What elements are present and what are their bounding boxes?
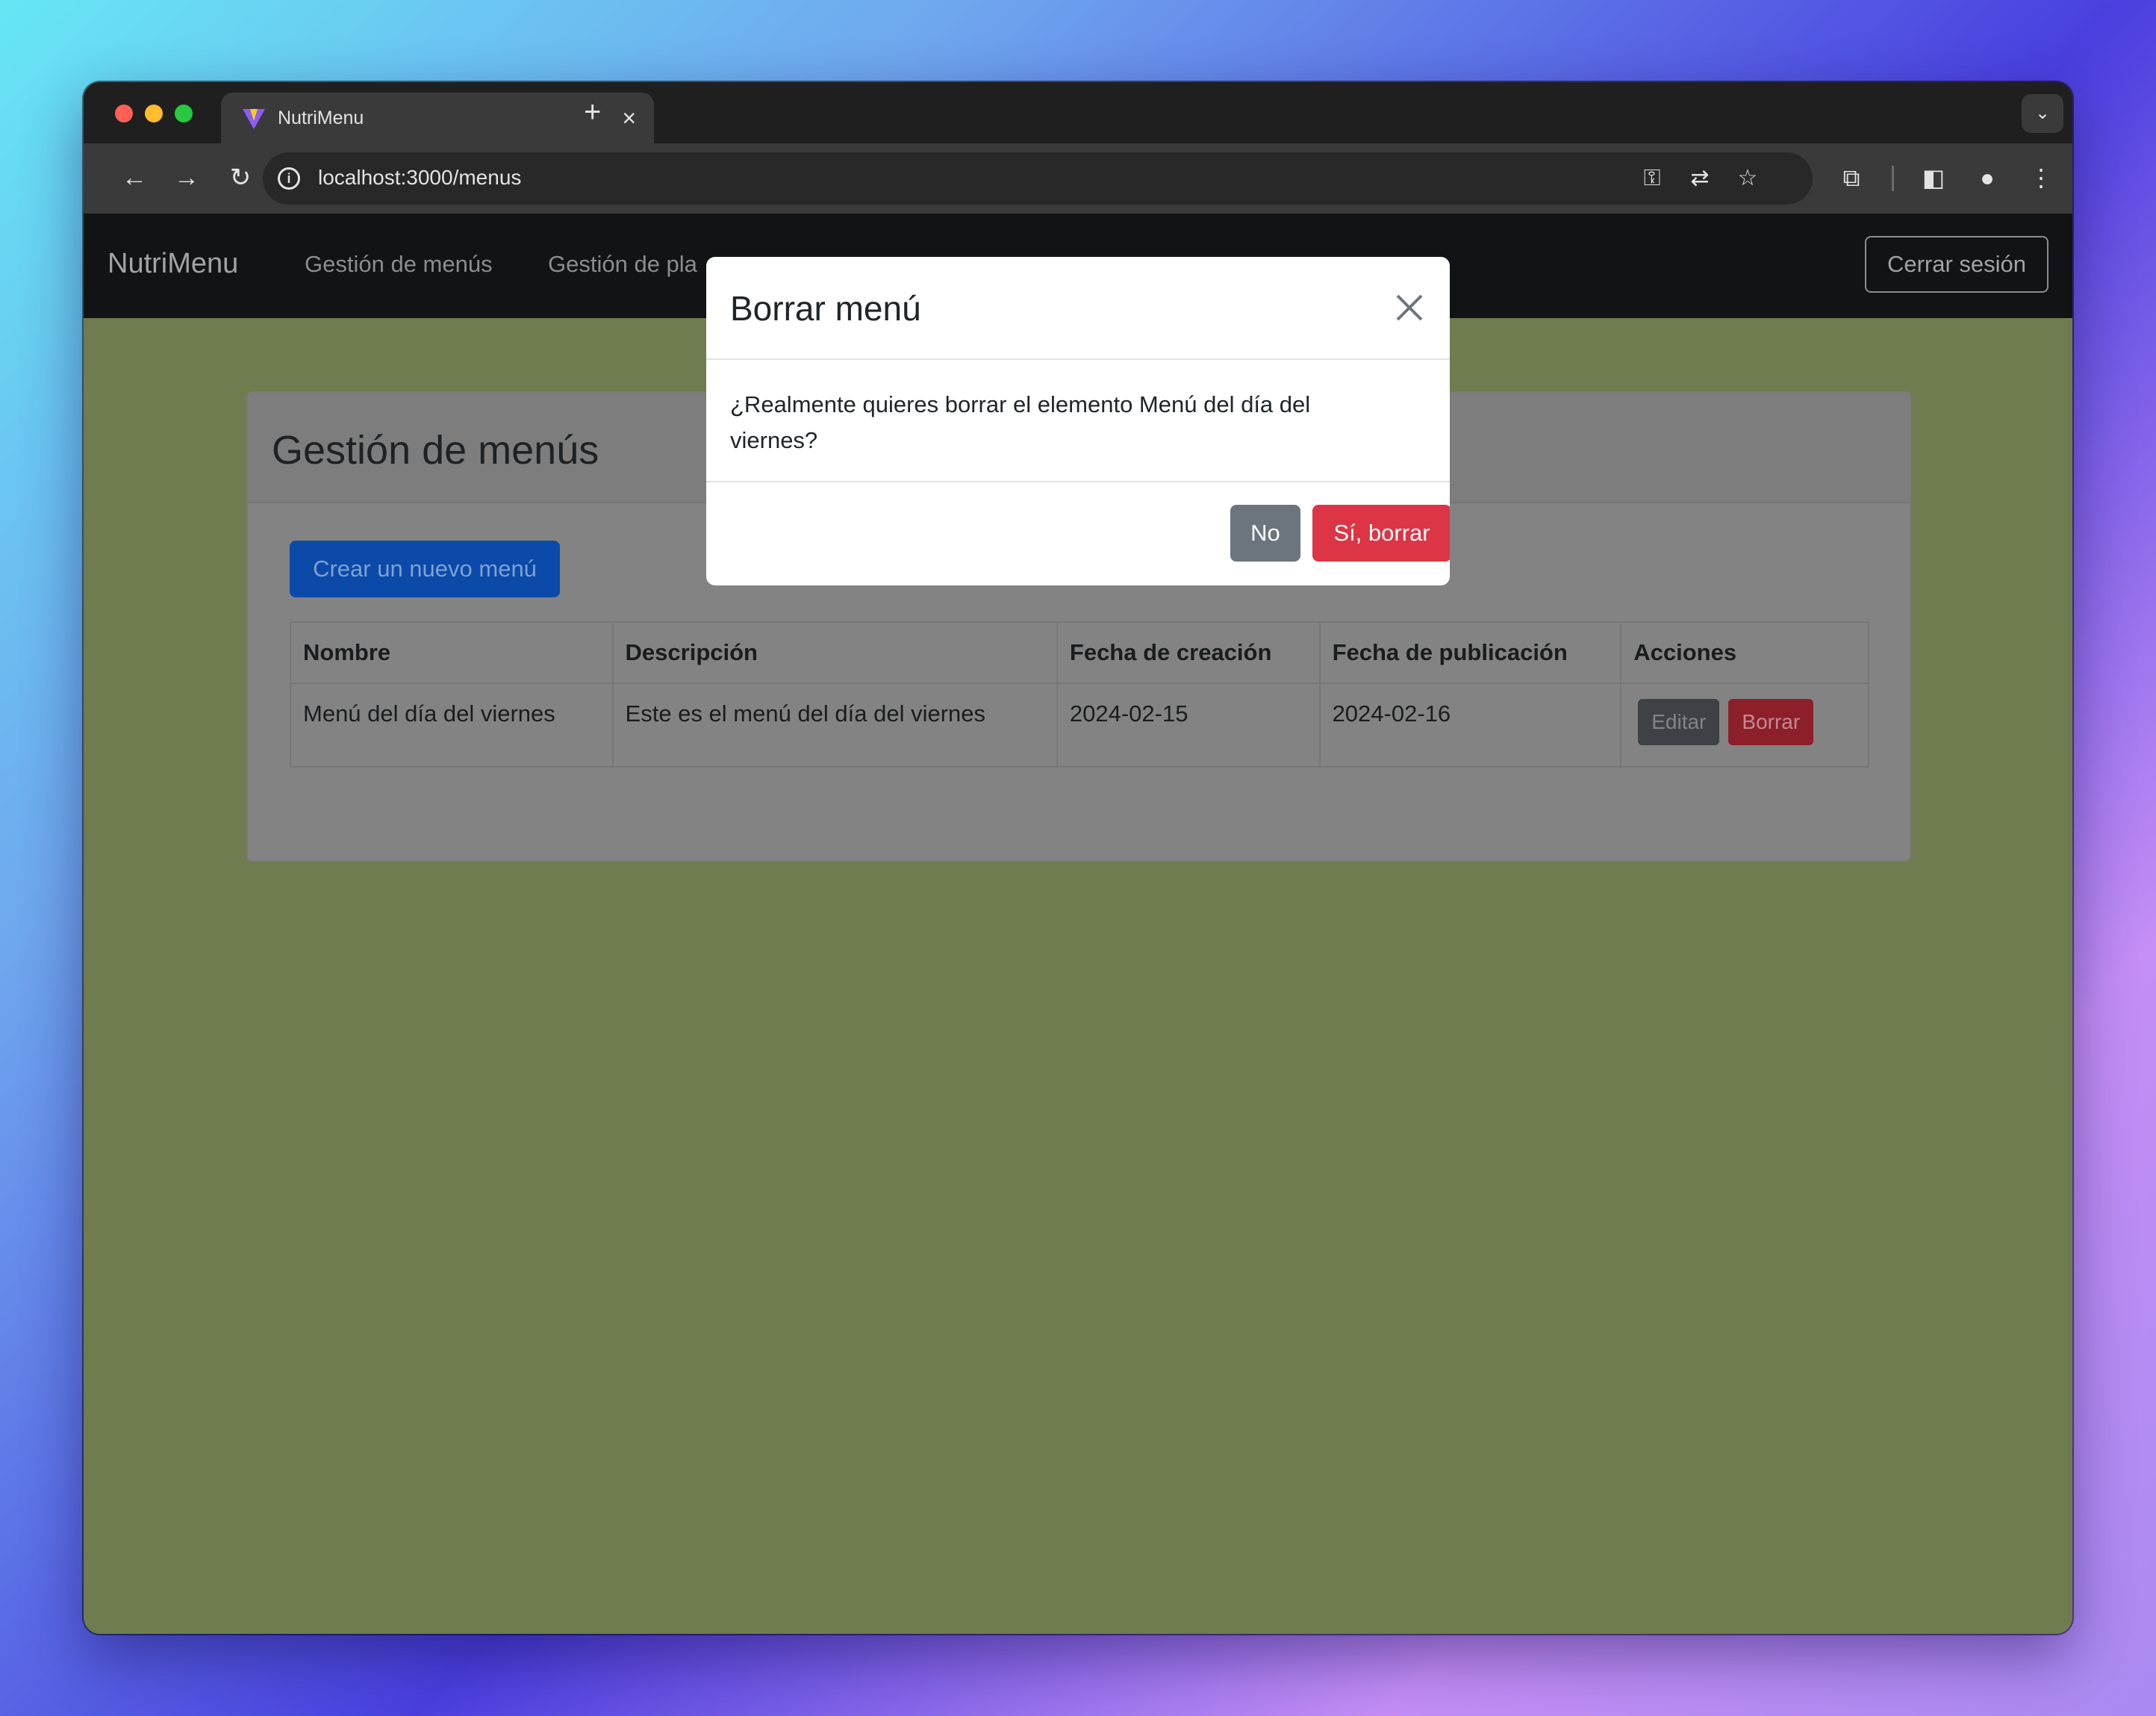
minimize-window-button[interactable] <box>145 105 163 122</box>
tab-title: NutriMenu <box>278 108 364 128</box>
create-menu-button[interactable]: Crear un nuevo menú <box>290 541 560 597</box>
tab-close-icon[interactable]: × <box>622 103 636 133</box>
cell-nombre: Menú del día del viernes <box>290 683 614 768</box>
page-title: Gestión de menús <box>272 428 599 473</box>
menus-table: Nombre Descripción Fecha de creación Fec… <box>290 621 1869 768</box>
cell-descripcion: Este es el menú del día del viernes <box>611 683 1058 768</box>
delete-menu-modal: Borrar menú ¿Realmente quieres borrar el… <box>706 257 1450 585</box>
profile-icon[interactable]: ● <box>1969 160 2005 196</box>
modal-message: ¿Realmente quieres borrar el elemento Me… <box>730 391 1311 453</box>
site-info-icon[interactable]: i <box>278 167 300 190</box>
cancel-button[interactable]: No <box>1230 505 1300 562</box>
modal-header: Borrar menú <box>706 257 1450 360</box>
address-bar[interactable]: i localhost:3000/menus ⚿ ⇄ ☆ <box>263 152 1813 205</box>
navbar-brand[interactable]: NutriMenu <box>108 248 238 280</box>
nav-link-menus[interactable]: Gestión de menús <box>305 251 493 278</box>
confirm-delete-button[interactable]: Sí, borrar <box>1312 505 1450 562</box>
back-icon[interactable]: ← <box>116 160 152 196</box>
more-menu-icon[interactable]: ⋮ <box>2023 160 2059 196</box>
edit-button[interactable]: Editar <box>1638 699 1720 745</box>
table-row: Menú del día del viernes Este es el menú… <box>290 683 1869 768</box>
column-header: Fecha de publicación <box>1318 621 1622 684</box>
modal-title: Borrar menú <box>730 289 921 328</box>
close-icon[interactable] <box>1389 287 1430 329</box>
cell-fecha-creacion: 2024-02-15 <box>1056 683 1321 768</box>
column-header: Fecha de creación <box>1056 621 1321 684</box>
side-panel-icon[interactable]: ◧ <box>1916 160 1951 196</box>
bookmark-star-icon[interactable]: ☆ <box>1730 161 1765 196</box>
translate-icon[interactable]: ⇄ <box>1683 161 1717 196</box>
maximize-window-button[interactable] <box>175 105 193 122</box>
table-header-row: Nombre Descripción Fecha de creación Fec… <box>290 621 1869 684</box>
reload-icon[interactable]: ↻ <box>222 160 258 196</box>
url-text[interactable]: localhost:3000/menus <box>318 166 521 190</box>
modal-body: ¿Realmente quieres borrar el elemento Me… <box>706 360 1450 482</box>
logout-button[interactable]: Cerrar sesión <box>1865 236 2048 293</box>
delete-button[interactable]: Borrar <box>1728 699 1814 745</box>
new-tab-button[interactable]: + <box>584 97 601 127</box>
vite-favicon-icon <box>243 109 265 129</box>
forward-icon[interactable]: → <box>169 160 205 196</box>
extensions-icon[interactable]: ⧉ <box>1833 160 1869 196</box>
password-key-icon[interactable]: ⚿ <box>1635 161 1669 196</box>
column-header: Nombre <box>290 621 614 684</box>
cell-fecha-publicacion: 2024-02-16 <box>1318 683 1622 768</box>
browser-window: NutriMenu × + ⌄ ← → ↻ i localhost:3000/m… <box>84 82 2072 1634</box>
cell-acciones: Editar Borrar <box>1620 683 1869 768</box>
nav-link-platos[interactable]: Gestión de pla <box>548 251 697 278</box>
column-header: Descripción <box>611 621 1058 684</box>
browser-toolbar: ← → ↻ i localhost:3000/menus ⚿ ⇄ ☆ ⧉ ◧ ●… <box>84 143 2072 214</box>
tab-strip: NutriMenu × + ⌄ <box>84 82 2072 143</box>
tab-search-chevron-icon[interactable]: ⌄ <box>2022 94 2063 133</box>
toolbar-divider <box>1892 166 1894 191</box>
close-window-button[interactable] <box>115 105 133 122</box>
column-header: Acciones <box>1620 621 1869 684</box>
